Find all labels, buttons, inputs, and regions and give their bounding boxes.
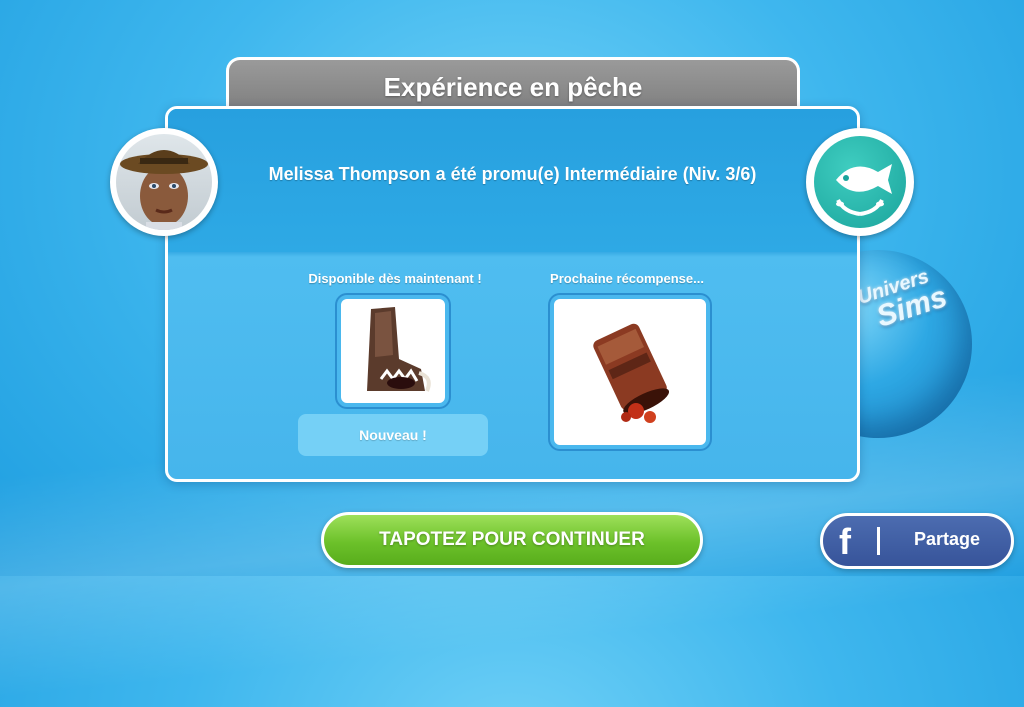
- new-badge: Nouveau !: [298, 414, 488, 456]
- promotion-panel: Melissa Thompson a été promu(e) Interméd…: [165, 106, 860, 482]
- next-reward-slot[interactable]: [550, 295, 710, 449]
- share-divider: [877, 527, 880, 555]
- sim-portrait-icon: [116, 134, 212, 230]
- next-reward-label: Prochaine récompense...: [550, 271, 704, 286]
- share-label: Partage: [913, 529, 981, 549]
- fishing-skill-badge: [806, 128, 914, 236]
- available-reward-slot[interactable]: [337, 295, 449, 407]
- fish-icon: [814, 136, 906, 228]
- dialog-title: Expérience en pêche: [383, 72, 643, 102]
- facebook-icon: f: [839, 521, 851, 562]
- sim-avatar: [110, 128, 218, 236]
- facebook-share-button[interactable]: f Partage: [820, 513, 1014, 569]
- promotion-message: Melissa Thompson a été promu(e) Interméd…: [268, 164, 757, 184]
- tap-to-continue-button[interactable]: TAPOTEZ POUR CONTINUER: [321, 512, 703, 568]
- boot-item-icon: [367, 307, 431, 392]
- can-item-icon: [593, 323, 670, 423]
- available-now-label: Disponible dès maintenant !: [308, 271, 482, 286]
